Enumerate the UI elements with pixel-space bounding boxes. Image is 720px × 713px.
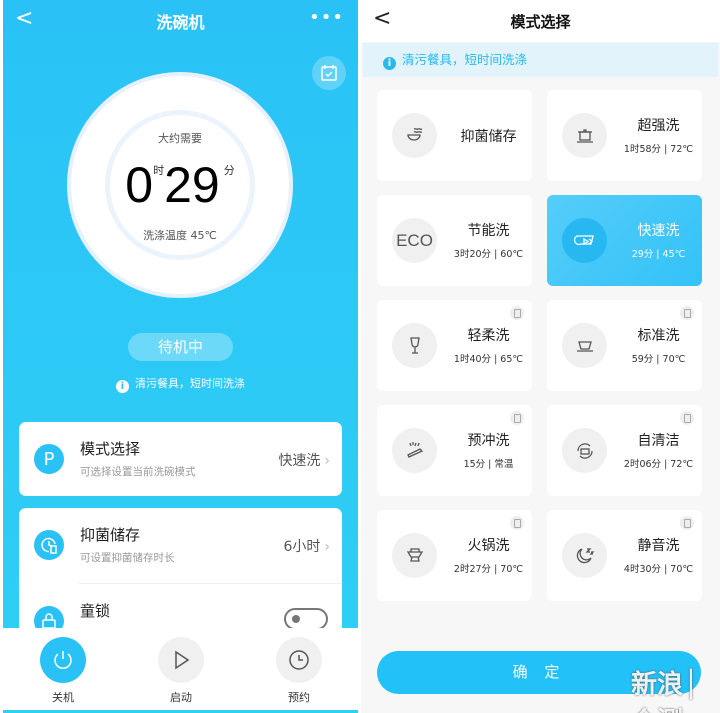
phone-only-icon xyxy=(680,306,694,320)
mode-card[interactable]: 标准洗 59分 | 70℃ xyxy=(547,300,702,391)
mode-card[interactable]: 轻柔洗 1时40分 | 65℃ xyxy=(377,300,532,391)
mode-name: 火锅洗 xyxy=(467,538,510,554)
bowl-steam-icon xyxy=(392,113,437,158)
wash-temperature: 洗涤温度 45℃ xyxy=(143,229,217,242)
hotpot-icon xyxy=(392,533,437,578)
chevron-right-icon: › xyxy=(324,539,330,555)
mode-card[interactable]: 抑菌储存 xyxy=(377,90,532,181)
mode-tip: i 清污餐具，短时间洗涤 xyxy=(3,375,358,393)
phone-only-icon xyxy=(680,411,694,425)
setting-title: 抑菌储存 xyxy=(80,526,141,544)
phone-only-icon xyxy=(510,306,524,320)
setting-subtitle: 可设置抑菌储存时长 xyxy=(80,552,175,564)
hours-value: 0 xyxy=(125,157,154,213)
power-label: 关机 xyxy=(52,691,74,704)
calendar-check-icon xyxy=(321,65,337,81)
device-panel: < 洗碗机 ••• 大约需要 0时29 分 洗涤温度 45℃ 待机中 i 清污餐具，… xyxy=(3,0,358,713)
moon-zzz-icon xyxy=(562,533,607,578)
rinse-icon xyxy=(392,428,437,473)
mode-detail: 3时20分 | 60℃ xyxy=(453,249,524,260)
mode-card[interactable]: ECO 节能洗 3时20分 | 60℃ xyxy=(377,195,532,286)
play-icon xyxy=(175,650,190,670)
remaining-time: 0时29 分 xyxy=(71,156,289,214)
mode-card[interactable]: 超强洗 1时58分 | 72℃ xyxy=(547,90,702,181)
page-title: 洗碗机 xyxy=(156,13,205,32)
child-lock-toggle[interactable] xyxy=(284,608,328,630)
mode-name: 节能洗 xyxy=(467,223,510,239)
time-label: 大约需要 xyxy=(158,132,202,145)
mode-description-banner: i 清污餐具，短时间洗涤 xyxy=(363,43,718,77)
watermark-logo: 新浪│众测 xyxy=(631,670,699,713)
mode-detail: 1时58分 | 72℃ xyxy=(623,144,694,155)
page-title: 模式选择 xyxy=(510,13,571,31)
mode-name: 轻柔洗 xyxy=(467,328,510,344)
mode-name: 超强洗 xyxy=(637,118,680,134)
mode-select-panel: < 模式选择 i 清污餐具，短时间洗涤 抑菌储存 超强洗 1时58分 | 72℃ ECO… xyxy=(361,0,720,713)
info-icon: i xyxy=(383,57,396,70)
start-button[interactable] xyxy=(158,637,204,683)
bottom-nav: 关机 启动 预约 xyxy=(3,628,358,710)
banner-text: 清污餐具，短时间洗涤 xyxy=(402,52,528,67)
self-clean-icon xyxy=(562,428,607,473)
mode-name: 自清洁 xyxy=(637,433,680,449)
mode-name: 预冲洗 xyxy=(467,433,510,449)
mode-name: 抑菌储存 xyxy=(460,129,517,145)
mode-detail: 29分 | 45℃ xyxy=(631,249,686,260)
mode-detail: 2时06分 | 72℃ xyxy=(623,459,694,470)
start-label: 启动 xyxy=(170,691,192,704)
info-icon: i xyxy=(116,380,129,393)
mode-card[interactable]: 预冲洗 15分 | 常温 xyxy=(377,405,532,496)
mode-detail: 15分 | 常温 xyxy=(463,459,514,470)
mode-detail: 59分 | 70℃ xyxy=(631,354,686,365)
time-dial: 大约需要 0时29 分 洗涤温度 45℃ xyxy=(67,72,293,298)
setting-value: 快速洗 › xyxy=(278,453,330,469)
schedule-button[interactable] xyxy=(276,637,322,683)
hours-unit: 时 xyxy=(153,164,165,177)
mode-name: 标准洗 xyxy=(637,328,680,344)
status-badge: 待机中 xyxy=(128,333,233,361)
setting-title: 童锁 xyxy=(80,602,111,620)
sterilize-storage-icon xyxy=(34,530,64,560)
setting-value: 6小时 › xyxy=(283,539,330,555)
phone-only-icon xyxy=(510,516,524,530)
phone-only-icon xyxy=(510,411,524,425)
mode-card[interactable]: 快速洗 29分 | 45℃ xyxy=(547,195,702,286)
pot-icon xyxy=(562,113,607,158)
calendar-button[interactable] xyxy=(312,56,346,90)
setting-title: 模式选择 xyxy=(80,440,141,458)
more-button[interactable]: ••• xyxy=(309,7,344,28)
header: < 模式选择 xyxy=(361,0,720,42)
tip-text: 清污餐具，短时间洗涤 xyxy=(135,377,245,390)
eco-icon: ECO xyxy=(392,218,437,263)
power-button[interactable] xyxy=(40,637,86,683)
mode-name: 快速洗 xyxy=(637,223,680,239)
mode-card[interactable]: 静音洗 4时30分 | 70℃ xyxy=(547,510,702,601)
mode-name: 静音洗 xyxy=(637,538,680,554)
minutes-unit: 分 xyxy=(223,164,235,177)
mode-detail: 1时40分 | 65℃ xyxy=(453,354,524,365)
power-icon xyxy=(54,651,72,669)
chevron-right-icon: › xyxy=(324,453,330,469)
storage-row[interactable]: 抑菌储存 可设置抑菌储存时长 6小时 › xyxy=(19,508,342,582)
parking-p-icon: P xyxy=(34,444,64,474)
mode-card[interactable]: 火锅洗 2时27分 | 70℃ xyxy=(377,510,532,601)
phone-only-icon xyxy=(680,516,694,530)
schedule-label: 预约 xyxy=(288,691,310,704)
setting-subtitle: 可选择设置当前洗碗模式 xyxy=(80,466,196,478)
fast-bowl-icon xyxy=(562,218,607,263)
bowl-icon xyxy=(562,323,607,368)
mode-select-row[interactable]: P 模式选择 可选择设置当前洗碗模式 快速洗 › xyxy=(19,422,342,496)
minutes-value: 29 xyxy=(164,157,220,213)
mode-detail: 2时27分 | 70℃ xyxy=(453,564,524,575)
wine-glass-icon xyxy=(392,323,437,368)
clock-icon xyxy=(289,650,309,670)
mode-card[interactable]: 自清洁 2时06分 | 72℃ xyxy=(547,405,702,496)
mode-detail: 4时30分 | 70℃ xyxy=(623,564,694,575)
